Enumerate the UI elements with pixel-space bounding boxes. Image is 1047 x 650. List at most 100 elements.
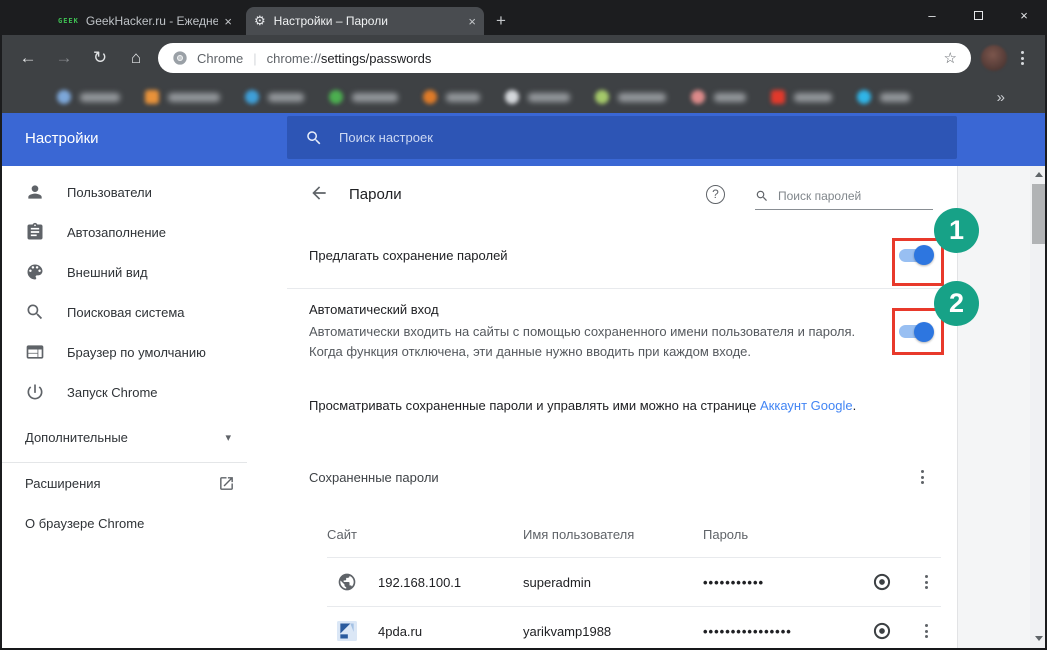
help-icon[interactable]: ? (706, 185, 725, 204)
note-suffix: . (853, 398, 857, 413)
site-url[interactable]: 4pda.ru (378, 624, 422, 639)
tab-close-icon[interactable]: × (224, 14, 232, 29)
omnibox-separator: | (253, 51, 256, 66)
sidebar-item-autofill[interactable]: Автозаполнение (0, 212, 287, 252)
chevron-down-icon: ▾ (225, 431, 231, 444)
username: yarikvamp1988 (523, 624, 703, 639)
address-bar[interactable]: Chrome | chrome://settings/passwords ☆ (158, 43, 971, 73)
arrow-back-icon (309, 183, 329, 203)
auto-signin-row: Автоматический вход Автоматически входит… (287, 289, 957, 376)
saved-passwords-menu-button[interactable] (907, 462, 937, 492)
profile-avatar[interactable] (981, 45, 1007, 71)
bookmark-item[interactable] (57, 90, 120, 104)
column-username: Имя пользователя (523, 527, 703, 542)
show-password-icon[interactable] (869, 569, 895, 595)
show-password-icon[interactable] (869, 618, 895, 644)
bookmark-label (80, 93, 120, 102)
password-search-placeholder: Поиск паролей (778, 189, 861, 203)
bookmark-item[interactable] (595, 90, 666, 104)
search-icon (25, 302, 45, 322)
sidebar-item-label: Расширения (25, 476, 101, 491)
offer-save-toggle[interactable] (899, 249, 932, 262)
auto-signin-description: Автоматически входить на сайты с помощью… (309, 322, 887, 362)
bookmark-item[interactable] (857, 90, 910, 104)
sidebar-item-startup[interactable]: Запуск Chrome (0, 372, 287, 412)
password-mask: •••••••••••••••• (703, 624, 869, 639)
browser-menu-button[interactable] (1007, 43, 1037, 73)
close-window-button[interactable]: × (1001, 0, 1047, 30)
triangle-up-icon (1035, 172, 1043, 177)
bookmark-favicon (145, 90, 159, 104)
note-text: Просматривать сохраненные пароли и управ… (309, 398, 760, 413)
titlebar: GEEK GeekHacker.ru - Ежедневный жу × ⚙ Н… (0, 0, 1047, 35)
back-arrow-button[interactable] (309, 183, 331, 205)
url-path: settings/passwords (321, 51, 432, 66)
bookmark-label (168, 93, 220, 102)
scrollbar-thumb[interactable] (1032, 184, 1045, 244)
table-row: 192.168.100.1 superadmin ••••••••••• (327, 558, 941, 607)
table-row: 4pda.ru yarikvamp1988 •••••••••••••••• (327, 607, 941, 650)
bookmarks-list (57, 90, 935, 104)
row-menu-button[interactable] (911, 567, 941, 597)
password-mask: ••••••••••• (703, 575, 869, 590)
bookmark-item[interactable] (245, 90, 304, 104)
saved-passwords-header: Сохраненные пароли (287, 416, 957, 492)
bookmark-label (268, 93, 304, 102)
tab-geekhacker[interactable]: GEEK GeekHacker.ru - Ежедневный жу × (50, 7, 240, 35)
bookmark-item[interactable] (505, 90, 570, 104)
bookmarks-overflow-button[interactable]: » (997, 89, 1005, 106)
column-password: Пароль (703, 527, 869, 542)
bookmark-favicon (423, 90, 437, 104)
settings-search-input[interactable]: Поиск настроек (287, 116, 957, 159)
sidebar-item-label: Дополнительные (25, 430, 128, 445)
reload-button[interactable]: ↻ (82, 40, 118, 76)
bookmark-label (794, 93, 832, 102)
settings-search-placeholder: Поиск настроек (339, 130, 433, 145)
back-button[interactable]: ← (10, 40, 46, 76)
tab-settings-passwords[interactable]: ⚙ Настройки – Пароли × (246, 7, 484, 35)
bookmark-item[interactable] (771, 90, 832, 104)
site-url[interactable]: 192.168.100.1 (378, 575, 461, 590)
auto-signin-title: Автоматический вход (309, 301, 887, 319)
forward-button[interactable]: → (46, 40, 82, 76)
google-account-note: Просматривать сохраненные пароли и управ… (287, 376, 957, 416)
globe-icon (337, 572, 357, 592)
sidebar-item-label: Внешний вид (67, 265, 148, 280)
sidebar-item-label: Поисковая система (67, 305, 185, 320)
row-menu-button[interactable] (911, 616, 941, 646)
geekhacker-favicon: GEEK (58, 17, 79, 25)
bookmark-label (352, 93, 398, 102)
password-search-input[interactable]: Поиск паролей (755, 189, 933, 210)
bookmark-favicon (505, 90, 519, 104)
tab-close-icon[interactable]: × (468, 14, 476, 29)
sidebar-item-label: Запуск Chrome (67, 385, 158, 400)
google-account-link[interactable]: Аккаунт Google (760, 398, 853, 413)
offer-save-passwords-row: Предлагать сохранение паролей (287, 222, 957, 289)
default-browser-icon (25, 342, 45, 362)
tab-title: Настройки – Пароли (274, 14, 463, 28)
sidebar-item-about-chrome[interactable]: О браузере Chrome (0, 503, 287, 543)
sidebar-item-appearance[interactable]: Внешний вид (0, 252, 287, 292)
bookmark-favicon (245, 90, 259, 104)
sidebar-item-search-engine[interactable]: Поисковая система (0, 292, 287, 332)
gear-icon: ⚙ (254, 13, 266, 29)
bookmark-item[interactable] (329, 90, 398, 104)
sidebar-item-extensions[interactable]: Расширения (0, 463, 287, 503)
new-tab-button[interactable]: + (496, 11, 506, 31)
sidebar-item-users[interactable]: Пользователи (0, 172, 287, 212)
bookmark-star-icon[interactable]: ☆ (944, 49, 957, 67)
maximize-button[interactable] (955, 0, 1001, 30)
bookmark-label (714, 93, 746, 102)
home-button[interactable]: ⌂ (118, 40, 154, 76)
auto-signin-toggle[interactable] (899, 325, 932, 338)
bookmark-label (880, 93, 910, 102)
sidebar-item-default-browser[interactable]: Браузер по умолчанию (0, 332, 287, 372)
site-settings-label[interactable]: Chrome (197, 51, 243, 66)
bookmark-item[interactable] (691, 90, 746, 104)
minimize-button[interactable]: – (909, 0, 955, 30)
bookmark-item[interactable] (423, 90, 480, 104)
settings-page: Пользователи Автозаполнение Внешний вид … (0, 166, 1047, 648)
offer-save-label: Предлагать сохранение паролей (309, 248, 508, 263)
sidebar-item-advanced[interactable]: Дополнительные ▾ (0, 417, 287, 457)
bookmark-item[interactable] (145, 90, 220, 104)
